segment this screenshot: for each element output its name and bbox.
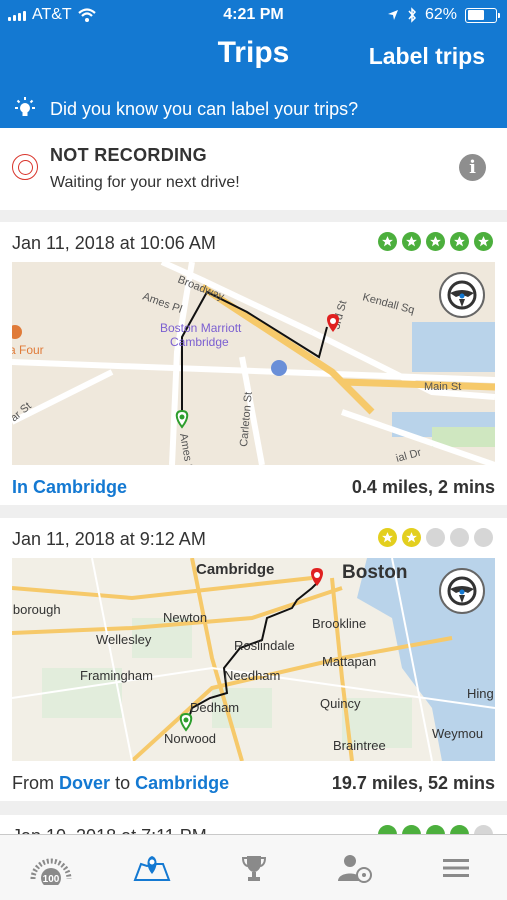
- trip-card[interactable]: Jan 11, 2018 at 10:06 AM Broadway Ames P…: [0, 222, 507, 505]
- location-link[interactable]: In Cambridge: [12, 477, 127, 497]
- trip-location: From Dover to Cambridge: [12, 773, 229, 794]
- info-icon[interactable]: i: [459, 154, 486, 181]
- to-location-link[interactable]: Cambridge: [135, 773, 229, 793]
- to-word: to: [115, 773, 131, 793]
- map-label-quincy: Quincy: [320, 696, 361, 711]
- tip-text: Did you know you can label your trips?: [50, 98, 359, 119]
- location-arrow-icon: [387, 10, 398, 20]
- steering-wheel-icon[interactable]: [439, 568, 485, 614]
- recording-title: NOT RECORDING: [50, 145, 207, 165]
- map-label-weymou: Weymou: [432, 726, 483, 741]
- star-icon: [426, 232, 445, 251]
- star-icon: [378, 528, 397, 547]
- map-label-dedham: Dedham: [190, 700, 239, 715]
- star-icon: [450, 232, 469, 251]
- trip-date: Jan 11, 2018 at 10:06 AM: [12, 233, 216, 253]
- map-label-marriott-2: Cambridge: [170, 335, 229, 349]
- map-label-roslindale: Roslindale: [234, 638, 295, 653]
- lightbulb-icon: [15, 97, 35, 116]
- map-label-marriott-1: Boston Marriott: [160, 321, 242, 335]
- tab-score[interactable]: 100: [0, 835, 101, 900]
- map-label-main: Main St: [424, 381, 461, 393]
- star-icon: [474, 232, 493, 251]
- star-icon: [378, 232, 397, 251]
- label-trips-button[interactable]: Label trips: [369, 43, 485, 70]
- trip-distance-time: 0.4 miles, 2 mins: [351, 477, 495, 497]
- map-label-newton: Newton: [163, 610, 207, 625]
- record-icon: [12, 154, 38, 180]
- trip-map[interactable]: Broadway Ames Pl Kendall Sq 3rd St Main …: [12, 262, 495, 465]
- trip-distance-time: 19.7 miles, 52 mins: [331, 773, 495, 793]
- map-label-cambridge: Cambridge: [196, 561, 274, 578]
- map-label-braintree: Braintree: [333, 738, 386, 753]
- recording-subtitle: Waiting for your next drive!: [50, 174, 240, 191]
- from-word: From: [12, 773, 54, 793]
- trip-map[interactable]: Cambridge Boston lborough Newton Wellesl…: [12, 558, 495, 761]
- trip-card[interactable]: Jan 11, 2018 at 9:12 AM Cambridge Boston…: [0, 518, 507, 801]
- map-label-brookline: Brookline: [312, 616, 366, 631]
- recording-status: NOT RECORDING Waiting for your next driv…: [0, 128, 507, 210]
- speedometer-icon: 100: [30, 858, 72, 885]
- star-empty-icon: [450, 528, 469, 547]
- tip-banner[interactable]: Did you know you can label your trips?: [0, 90, 507, 128]
- map-label-needham: Needham: [224, 668, 280, 683]
- tab-trophy[interactable]: [203, 835, 304, 900]
- trip-location: In Cambridge: [12, 477, 127, 498]
- map-pin-icon: [133, 855, 171, 881]
- battery-percent: 62%: [424, 6, 457, 23]
- map-label-framingham: Framingham: [80, 668, 153, 683]
- star-empty-icon: [426, 528, 445, 547]
- map-label-norwood: Norwood: [164, 731, 216, 746]
- bluetooth-icon: [408, 7, 416, 23]
- trip-rating: [378, 232, 493, 251]
- steering-wheel-icon[interactable]: [439, 272, 485, 318]
- map-label-mattapan: Mattapan: [322, 654, 376, 669]
- star-icon: [402, 528, 421, 547]
- star-empty-icon: [474, 528, 493, 547]
- map-label-hing: Hing: [467, 686, 494, 701]
- menu-icon: [443, 858, 470, 877]
- driver-profile-icon: [337, 854, 372, 883]
- header: AT&T 4:21 PM 62% Trips Label trips Did y…: [0, 0, 507, 128]
- from-location-link[interactable]: Dover: [59, 773, 110, 793]
- trophy-icon: [241, 855, 266, 881]
- tab-bar: 100: [0, 834, 507, 900]
- trip-date: Jan 11, 2018 at 9:12 AM: [12, 529, 206, 549]
- tab-menu[interactable]: [406, 835, 507, 900]
- battery-icon: [465, 7, 500, 23]
- status-bar: AT&T 4:21 PM 62%: [0, 0, 507, 32]
- tab-profile[interactable]: [304, 835, 405, 900]
- score-badge: 100: [42, 874, 59, 885]
- trip-rating: [378, 528, 493, 547]
- map-label-elborough: lborough: [12, 602, 61, 617]
- map-label-four: a Four: [12, 343, 44, 357]
- star-icon: [402, 232, 421, 251]
- map-label-wellesley: Wellesley: [96, 632, 152, 647]
- map-label-boston: Boston: [342, 562, 407, 583]
- tab-trips[interactable]: [101, 835, 202, 900]
